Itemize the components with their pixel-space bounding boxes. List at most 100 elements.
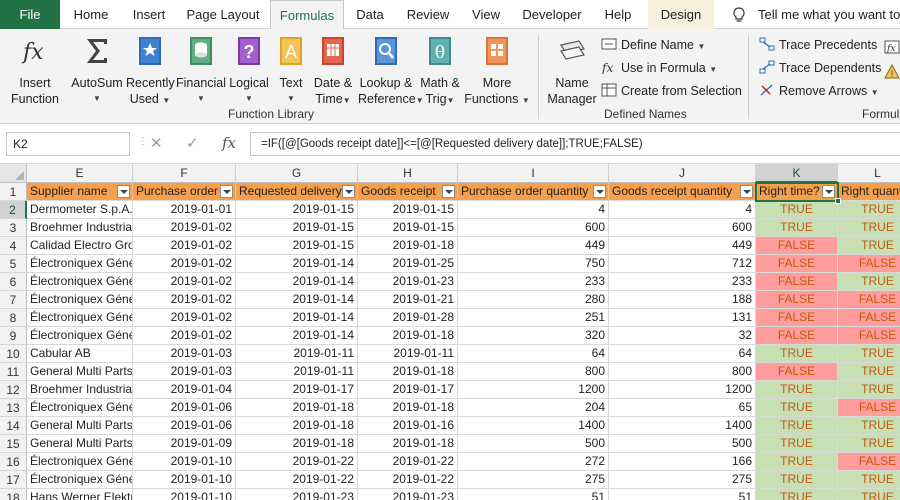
row-header-7[interactable]: 7 [0, 291, 27, 309]
tab-review[interactable]: Review [402, 0, 454, 29]
flag-cell[interactable]: FALSE [838, 453, 900, 471]
table-cell[interactable]: 275 [609, 471, 756, 489]
column-header-i[interactable]: I [458, 164, 609, 183]
column-header-h[interactable]: H [358, 164, 458, 183]
table-cell[interactable]: 2019-01-25 [358, 255, 458, 273]
row-header-12[interactable]: 12 [0, 381, 27, 399]
table-cell[interactable]: 2019-01-14 [236, 291, 358, 309]
tab-file[interactable]: File [0, 0, 60, 29]
flag-cell[interactable]: TRUE [756, 399, 838, 417]
tab-formulas[interactable]: Formulas [270, 0, 344, 30]
table-cell[interactable]: 272 [458, 453, 609, 471]
table-cell[interactable]: 2019-01-02 [133, 219, 236, 237]
table-cell[interactable]: 2019-01-23 [358, 489, 458, 500]
table-cell[interactable]: Électroniquex Géné [27, 255, 133, 273]
table-cell[interactable]: 500 [609, 435, 756, 453]
tab-design[interactable]: Design [648, 0, 714, 29]
table-cell[interactable]: 65 [609, 399, 756, 417]
table-cell[interactable]: 2019-01-10 [133, 471, 236, 489]
table-cell[interactable]: 600 [609, 219, 756, 237]
table-cell[interactable]: Électroniquex Géné [27, 327, 133, 345]
table-cell[interactable]: General Multi Parts [27, 435, 133, 453]
table-cell[interactable]: 2019-01-22 [358, 471, 458, 489]
table-cell[interactable]: 1400 [458, 417, 609, 435]
flag-cell[interactable]: TRUE [838, 381, 900, 399]
table-cell[interactable]: 2019-01-23 [236, 489, 358, 500]
table-cell[interactable]: 2019-01-14 [236, 273, 358, 291]
table-cell[interactable]: 2019-01-18 [236, 435, 358, 453]
flag-cell[interactable]: TRUE [756, 453, 838, 471]
show-formulas-icon[interactable]: fx [884, 39, 900, 55]
create-from-selection-button[interactable]: Create from Selection [601, 82, 742, 100]
table-cell[interactable]: 1200 [609, 381, 756, 399]
table-cell[interactable]: 2019-01-14 [236, 255, 358, 273]
table-cell[interactable]: 64 [458, 345, 609, 363]
logical-button[interactable]: ? Logical ▼ [228, 35, 270, 107]
lookup-reference-button[interactable]: Lookup & Reference▼ [358, 35, 424, 109]
table-cell[interactable]: 4 [609, 201, 756, 219]
filter-dropdown-icon[interactable] [740, 185, 753, 198]
table-cell[interactable]: 204 [458, 399, 609, 417]
table-cell[interactable]: 2019-01-28 [358, 309, 458, 327]
table-header-cell[interactable]: Requested delivery [236, 183, 358, 201]
flag-cell[interactable]: TRUE [756, 201, 838, 219]
column-header-e[interactable]: E [27, 164, 133, 183]
table-cell[interactable]: Hans Werner Elektr [27, 489, 133, 500]
table-header-cell[interactable]: Right quantity? [838, 183, 900, 201]
filter-dropdown-icon[interactable] [822, 185, 835, 198]
table-cell[interactable]: 166 [609, 453, 756, 471]
row-header-11[interactable]: 11 [0, 363, 27, 381]
table-cell[interactable]: 2019-01-03 [133, 363, 236, 381]
row-header-6[interactable]: 6 [0, 273, 27, 291]
table-cell[interactable]: 712 [609, 255, 756, 273]
table-cell[interactable]: 2019-01-01 [133, 201, 236, 219]
table-cell[interactable]: General Multi Parts [27, 363, 133, 381]
select-all-corner[interactable] [0, 164, 27, 183]
flag-cell[interactable]: TRUE [838, 363, 900, 381]
table-header-cell[interactable]: Goods receipt quantity [609, 183, 756, 201]
flag-cell[interactable]: FALSE [838, 309, 900, 327]
flag-cell[interactable]: FALSE [756, 273, 838, 291]
flag-cell[interactable]: TRUE [838, 489, 900, 500]
table-cell[interactable]: 2019-01-11 [358, 345, 458, 363]
table-cell[interactable]: 2019-01-04 [133, 381, 236, 399]
flag-cell[interactable]: TRUE [838, 417, 900, 435]
flag-cell[interactable]: TRUE [756, 489, 838, 500]
define-name-button[interactable]: Define Name ▼ [601, 36, 705, 54]
table-cell[interactable]: 2019-01-18 [358, 237, 458, 255]
date-time-button[interactable]: Date & Time▼ [310, 35, 356, 109]
table-cell[interactable]: 2019-01-14 [236, 327, 358, 345]
table-cell[interactable]: 2019-01-21 [358, 291, 458, 309]
row-header-13[interactable]: 13 [0, 399, 27, 417]
table-cell[interactable]: 2019-01-10 [133, 489, 236, 500]
table-cell[interactable]: 2019-01-18 [236, 417, 358, 435]
autosum-button[interactable]: AutoSum ▼ [70, 35, 124, 107]
use-in-formula-button[interactable]: fx Use in Formula ▼ [601, 59, 717, 77]
table-cell[interactable]: 51 [609, 489, 756, 500]
table-cell[interactable]: Électroniquex Géné [27, 399, 133, 417]
tab-insert[interactable]: Insert [124, 0, 174, 29]
table-cell[interactable]: 233 [458, 273, 609, 291]
flag-cell[interactable]: FALSE [838, 327, 900, 345]
table-header-cell[interactable]: Goods receipt [358, 183, 458, 201]
table-cell[interactable]: Calidad Electro Gro [27, 237, 133, 255]
recently-used-button[interactable]: Recently Used ▼ [126, 35, 175, 109]
table-cell[interactable]: 2019-01-02 [133, 291, 236, 309]
filter-dropdown-icon[interactable] [442, 185, 455, 198]
flag-cell[interactable]: TRUE [756, 219, 838, 237]
row-header-2[interactable]: 2 [0, 201, 27, 219]
tab-page-layout[interactable]: Page Layout [182, 0, 264, 29]
text-button[interactable]: A Text ▼ [274, 35, 308, 107]
table-cell[interactable]: 2019-01-10 [133, 453, 236, 471]
error-checking-icon[interactable]: ! [884, 64, 900, 80]
table-cell[interactable]: 2019-01-09 [133, 435, 236, 453]
table-cell[interactable]: 2019-01-23 [358, 273, 458, 291]
flag-cell[interactable]: TRUE [838, 201, 900, 219]
flag-cell[interactable]: FALSE [838, 291, 900, 309]
flag-cell[interactable]: TRUE [838, 237, 900, 255]
table-cell[interactable]: 2019-01-15 [236, 219, 358, 237]
table-header-cell[interactable]: Purchase order [133, 183, 236, 201]
table-cell[interactable]: Électroniquex Géné [27, 273, 133, 291]
flag-cell[interactable]: TRUE [756, 381, 838, 399]
table-cell[interactable]: 449 [609, 237, 756, 255]
